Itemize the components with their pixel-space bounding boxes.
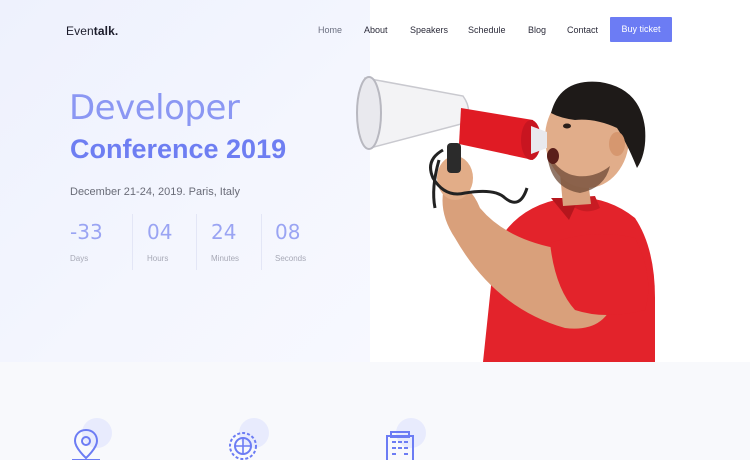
countdown-minutes-label: Minutes bbox=[211, 254, 240, 263]
countdown-minutes: 24 Minutes bbox=[211, 220, 271, 263]
feature-location bbox=[68, 418, 118, 460]
countdown-hours-value: 04 bbox=[147, 220, 173, 244]
buy-ticket-button[interactable]: Buy ticket bbox=[610, 17, 672, 42]
nav-item-speakers[interactable]: Speakers bbox=[410, 25, 448, 35]
nav-item-blog[interactable]: Blog bbox=[528, 25, 546, 35]
location-pin-icon bbox=[72, 428, 100, 460]
nav-item-about[interactable]: About bbox=[364, 25, 388, 35]
megaphone-man-illustration bbox=[356, 76, 655, 362]
hero-title-line1: Developer bbox=[69, 88, 240, 128]
feature-globe bbox=[225, 418, 275, 460]
countdown-days-value: -33 bbox=[70, 220, 103, 244]
countdown-seconds-label: Seconds bbox=[275, 254, 307, 263]
nav-item-contact[interactable]: Contact bbox=[567, 25, 598, 35]
hero-background bbox=[0, 0, 370, 362]
countdown-days: -33 Days bbox=[70, 220, 130, 263]
countdown-minutes-value: 24 bbox=[211, 220, 237, 244]
building-icon bbox=[386, 431, 414, 460]
event-date-location: December 21-24, 2019. Paris, Italy bbox=[70, 186, 240, 198]
nav-item-schedule[interactable]: Schedule bbox=[468, 25, 506, 35]
globe-icon bbox=[229, 432, 257, 460]
brand-logo[interactable]: Eventalk. bbox=[66, 24, 118, 38]
hero-title-line2: Conference 2019 bbox=[70, 134, 287, 164]
countdown-hours: 04 Hours bbox=[147, 220, 207, 263]
countdown-seconds-value: 08 bbox=[275, 220, 301, 244]
feature-venue bbox=[382, 418, 432, 460]
countdown-divider bbox=[132, 214, 133, 270]
countdown-days-label: Days bbox=[70, 254, 89, 263]
countdown-hours-label: Hours bbox=[147, 254, 169, 263]
countdown-divider bbox=[196, 214, 197, 270]
brand-name-bold: talk. bbox=[93, 24, 119, 38]
nav-item-home[interactable]: Home bbox=[318, 25, 342, 35]
brand-name-light: Even bbox=[66, 24, 94, 38]
countdown-divider bbox=[261, 214, 262, 270]
countdown-seconds: 08 Seconds bbox=[275, 220, 335, 263]
